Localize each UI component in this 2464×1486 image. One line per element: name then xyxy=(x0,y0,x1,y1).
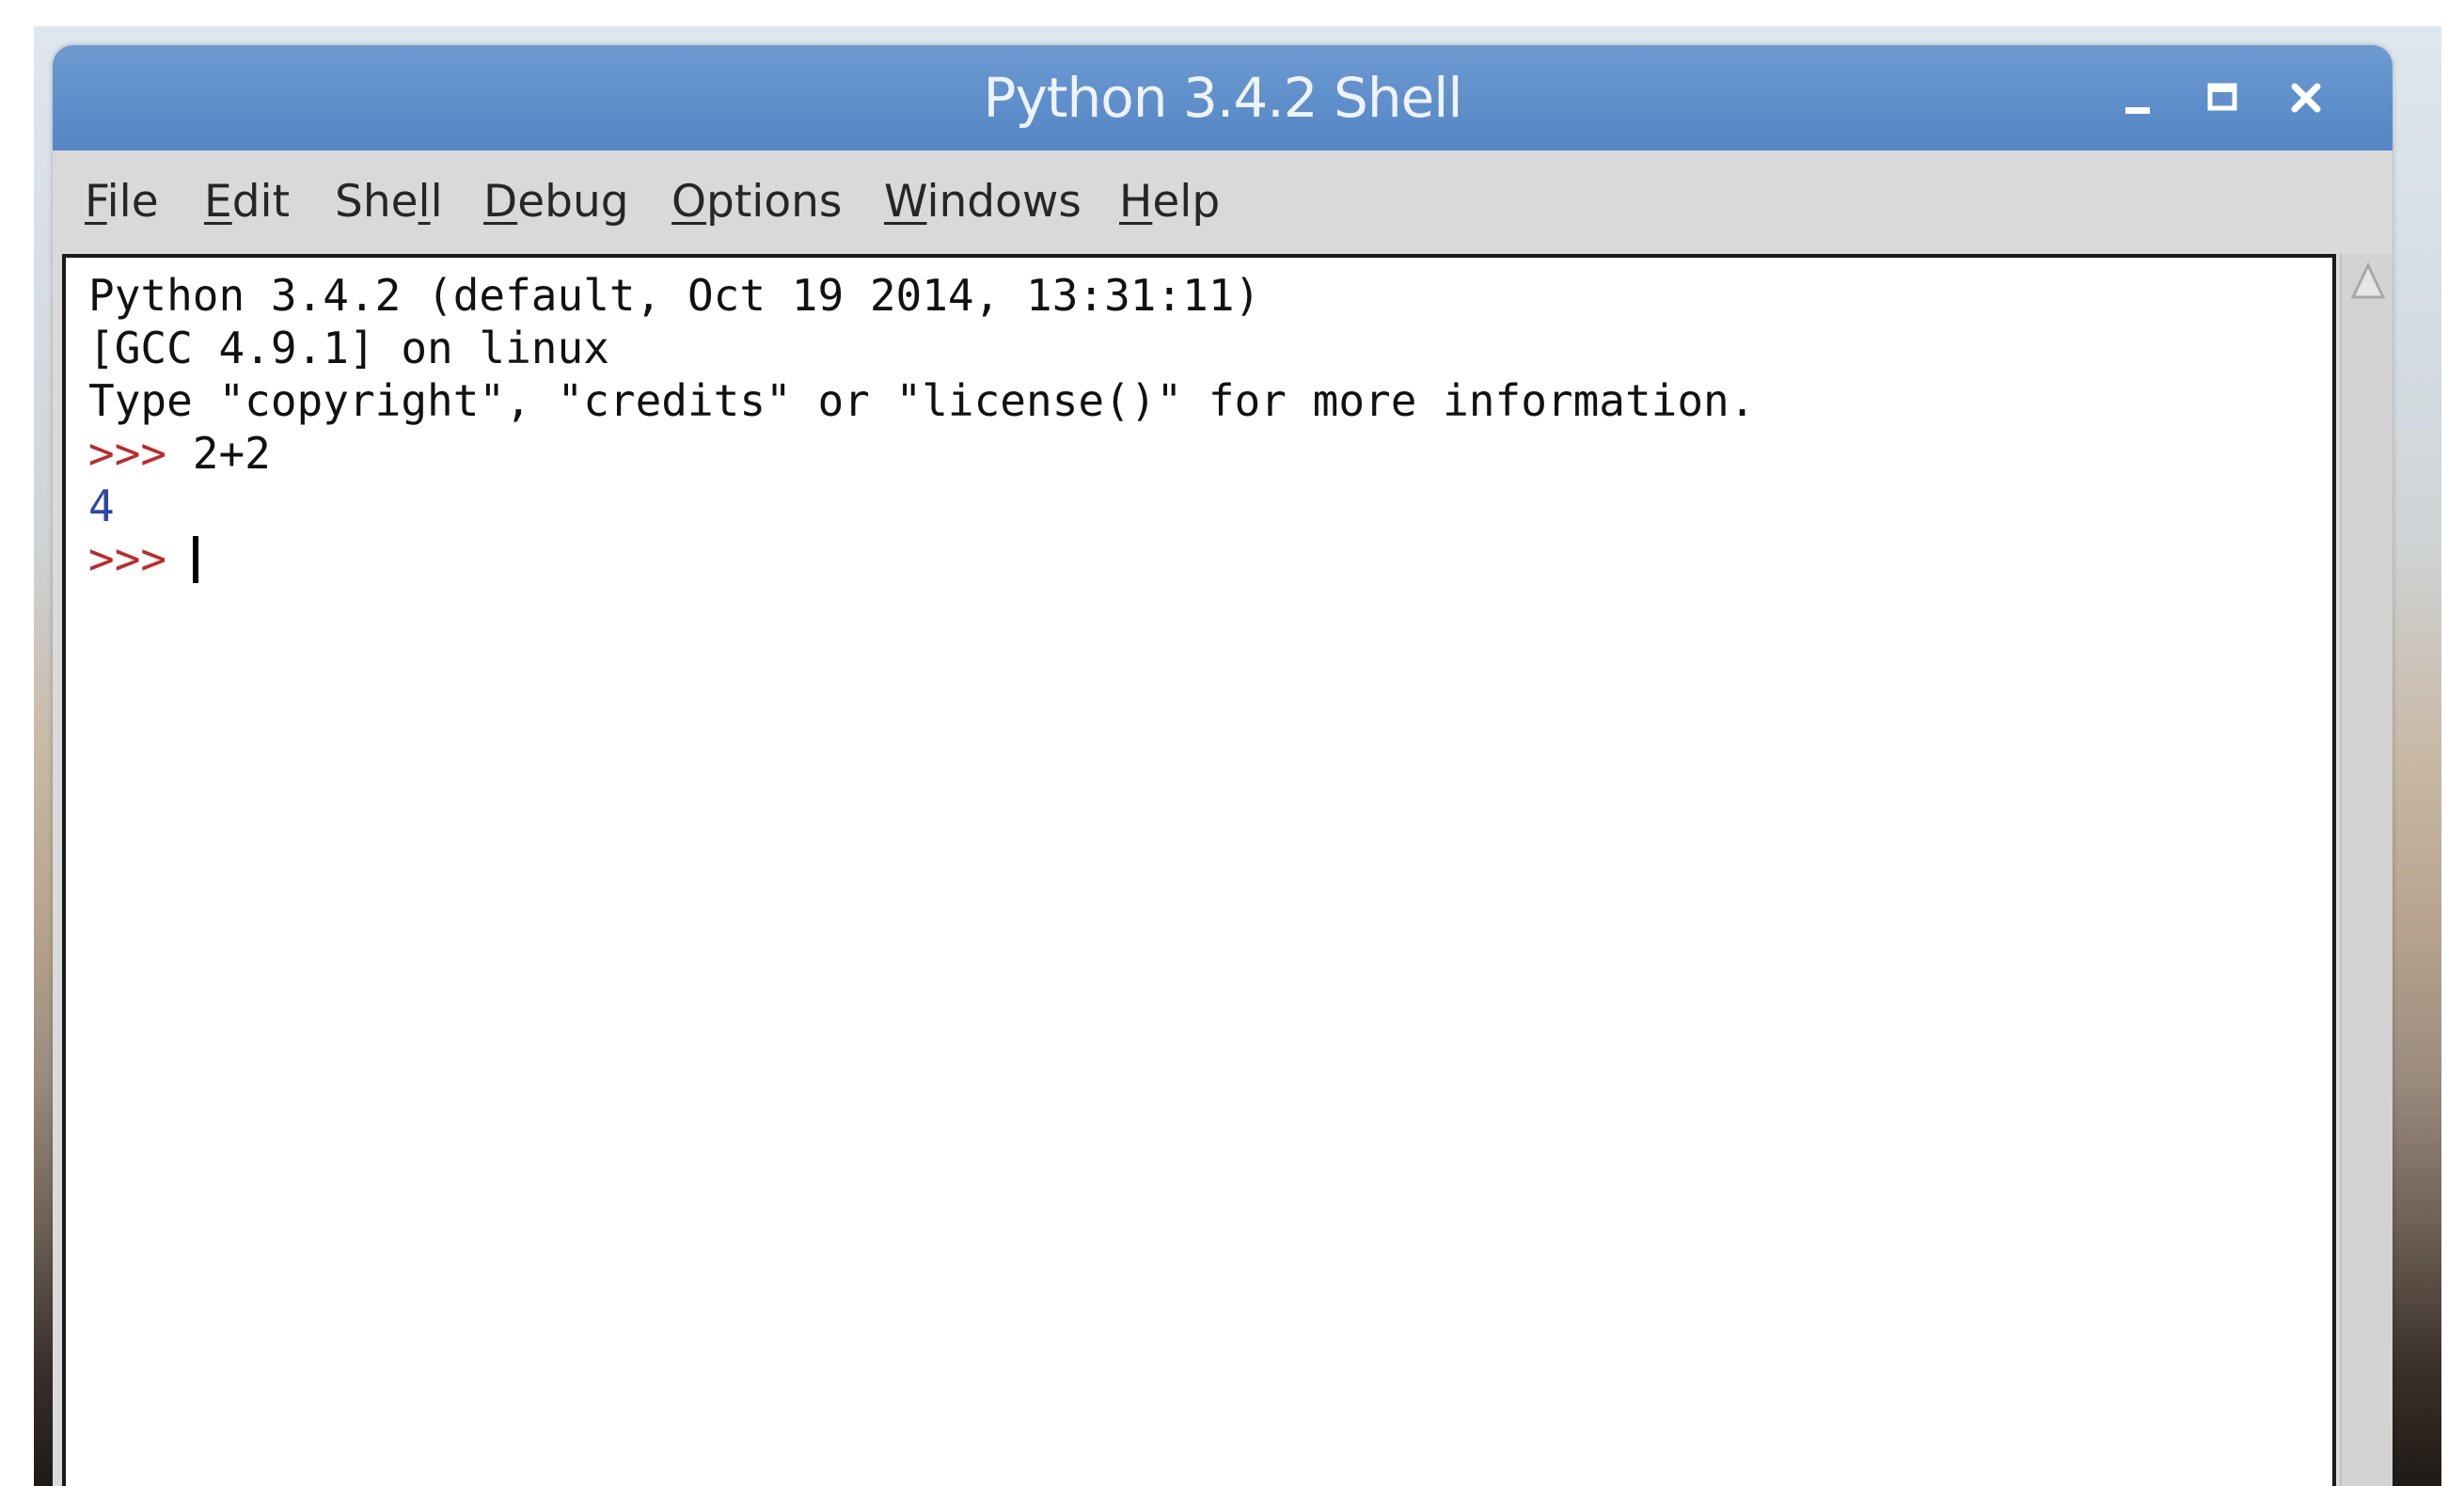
banner-line-compiler: [GCC 4.9.1] on linux xyxy=(88,323,609,373)
minimize-button[interactable] xyxy=(2110,70,2167,126)
menu-debug[interactable]: Debug xyxy=(483,150,629,254)
menu-bar: File Edit Shell Debug Options Windows He… xyxy=(53,150,2393,254)
close-icon xyxy=(2291,83,2321,113)
maximize-button[interactable] xyxy=(2194,70,2251,126)
vertical-scrollbar[interactable] xyxy=(2340,254,2393,1486)
menu-edit[interactable]: Edit xyxy=(204,150,290,254)
text-cursor xyxy=(192,535,198,583)
shell-prompt: >>> xyxy=(88,428,167,479)
shell-prompt: >>> xyxy=(88,533,167,584)
maximize-icon xyxy=(2207,83,2237,111)
menu-file[interactable]: File xyxy=(85,150,159,254)
history-line-input: >>> 2+2 xyxy=(88,427,271,480)
close-button[interactable] xyxy=(2278,70,2334,126)
minimize-icon xyxy=(2125,107,2150,114)
menu-windows[interactable]: Windows xyxy=(884,150,1082,254)
input-text: 2+2 xyxy=(192,428,271,479)
banner-line-version: Python 3.4.2 (default, Oct 19 2014, 13:3… xyxy=(88,270,1261,321)
window-title: Python 3.4.2 Shell xyxy=(983,66,1463,130)
shell-text-area[interactable]: Python 3.4.2 (default, Oct 19 2014, 13:3… xyxy=(62,254,2336,1486)
menu-options[interactable]: Options xyxy=(671,150,842,254)
active-input-line[interactable]: >>> xyxy=(88,532,198,585)
scroll-up-arrow-icon xyxy=(2350,261,2386,299)
idle-shell-window: Python 3.4.2 Shell File Edit Shell Debug… xyxy=(53,45,2393,1486)
title-bar[interactable]: Python 3.4.2 Shell xyxy=(53,45,2393,150)
menu-shell[interactable]: Shell xyxy=(335,150,443,254)
banner-line-info: Type "copyright", "credits" or "license(… xyxy=(88,375,1756,426)
menu-help[interactable]: Help xyxy=(1119,150,1220,254)
history-line-output: 4 xyxy=(88,481,115,531)
scroll-up-button[interactable] xyxy=(2349,261,2387,303)
